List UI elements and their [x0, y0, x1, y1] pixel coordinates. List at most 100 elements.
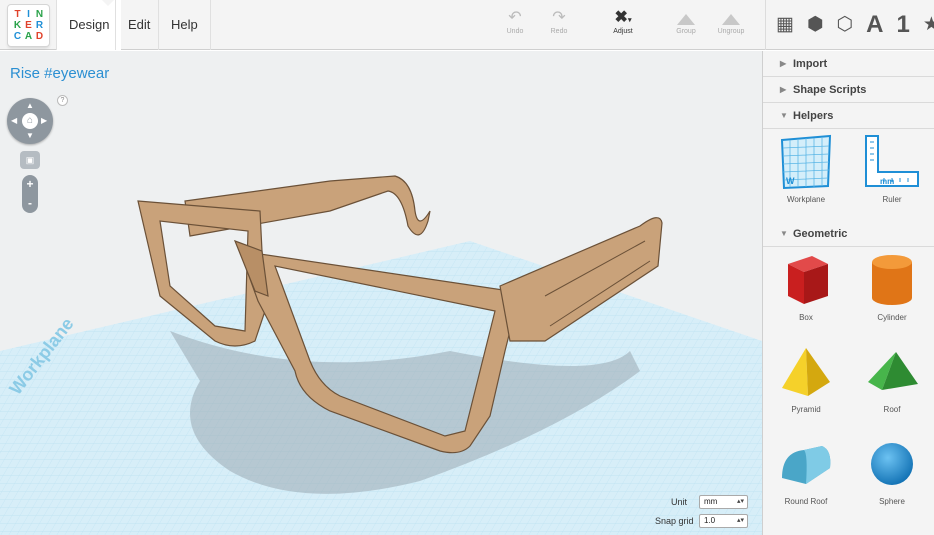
logo-letter: D [35, 31, 44, 42]
shape-sphere[interactable]: Sphere [849, 431, 934, 523]
fit-view-icon[interactable]: ▣ [20, 151, 40, 169]
box-icon [788, 256, 828, 304]
menu-help[interactable]: Help [158, 0, 211, 50]
pyramid-label: Pyramid [791, 405, 821, 414]
menu-edit[interactable]: Edit [115, 0, 162, 50]
orbit-control[interactable]: ▲ ▼ ◀ ▶ ⌂ [7, 98, 53, 144]
shape-round-roof[interactable]: Round Roof [763, 431, 849, 523]
logo-letter: I [27, 9, 30, 20]
geometric-grid: Box Cylinder Pyramid Roof Round Roof Sph… [763, 247, 934, 523]
shape-workplane[interactable]: W Workplane [763, 129, 849, 221]
shape-ruler[interactable]: mm Ruler [849, 129, 934, 221]
svg-text:mm: mm [880, 177, 894, 186]
helpers-grid: W Workplane mm Ruler [763, 129, 934, 221]
collapsed-arrow-icon: ▶ [780, 85, 787, 94]
snap-grid-select[interactable]: 1.0 ▴▾ [699, 514, 748, 528]
expanded-arrow-icon: ▼ [780, 111, 788, 120]
redo-icon: ↷ [552, 9, 566, 26]
section-helpers-label: Helpers [793, 110, 834, 122]
roof-label: Roof [883, 405, 901, 414]
group-label: Group [676, 28, 696, 35]
scene-3d: Workplane [0, 175, 762, 535]
logo-letter: A [24, 31, 33, 42]
shapes-panel: ▶ Import ▶ Shape Scripts ▼ Helpers W Wor… [762, 51, 934, 535]
redo-label: Redo [550, 28, 568, 35]
logo-letter: N [35, 9, 44, 20]
round-roof-icon [782, 446, 831, 484]
cylinder-icon [872, 255, 912, 305]
roof-icon [868, 352, 918, 390]
help-icon[interactable]: ? [57, 95, 68, 106]
snap-grid-label: Snap grid [655, 516, 694, 526]
section-shape-scripts[interactable]: ▶ Shape Scripts [763, 77, 934, 103]
ungroup-button[interactable]: Ungroup [708, 8, 754, 35]
star-icon[interactable]: ★ [923, 0, 934, 50]
zoom-out-button[interactable]: - [22, 194, 38, 213]
solid-cube-icon[interactable]: ⬢ [807, 0, 824, 50]
redo-button[interactable]: ↷ Redo [536, 8, 582, 35]
workplane-label: Workplane [786, 195, 826, 204]
workplane-helper-icon: W [780, 134, 832, 190]
collapsed-arrow-icon: ▶ [780, 59, 787, 68]
section-shape-scripts-label: Shape Scripts [793, 84, 867, 96]
logo-letter: C [13, 31, 22, 42]
orbit-right-icon[interactable]: ▶ [41, 116, 47, 125]
box-label: Box [799, 313, 813, 322]
ruler-label: Ruler [882, 195, 902, 204]
top-toolbar: T I N K E R C A D Design Edit Help ↶ Und… [0, 0, 934, 50]
undo-button[interactable]: ↶ Undo [492, 8, 538, 35]
orbit-down-icon[interactable]: ▼ [26, 131, 34, 140]
text-icon[interactable]: A [866, 0, 883, 50]
app-window: T I N K E R C A D Design Edit Help ↶ Und… [0, 0, 934, 535]
section-helpers[interactable]: ▼ Helpers [763, 103, 934, 129]
logo-letter: T [14, 9, 21, 20]
undo-label: Undo [506, 28, 524, 35]
orbit-left-icon[interactable]: ◀ [11, 116, 17, 125]
unit-select[interactable]: mm ▴▾ [699, 495, 748, 509]
select-caret-icon: ▴▾ [736, 498, 744, 505]
svg-text:W: W [786, 176, 795, 186]
section-geometric-label: Geometric [793, 228, 848, 240]
unit-value: mm [704, 497, 718, 506]
adjust-icon: ✖▾ [614, 9, 632, 26]
sphere-label: Sphere [879, 497, 905, 506]
grid-icon[interactable]: ▦ [776, 0, 794, 50]
view-mode-icons: ▦ ⬢ ⬡ A 1 ★ [765, 0, 934, 50]
sphere-icon [871, 443, 913, 485]
shape-cylinder[interactable]: Cylinder [849, 247, 934, 339]
unit-label: Unit [671, 497, 688, 507]
shape-box[interactable]: Box [763, 247, 849, 339]
group-button[interactable]: Group [663, 8, 709, 35]
zoom-control: + - [22, 175, 38, 213]
section-import-label: Import [793, 58, 828, 70]
ruler-helper-icon: mm [865, 135, 919, 187]
shape-roof[interactable]: Roof [849, 339, 934, 431]
snap-grid-value: 1.0 [704, 516, 716, 525]
pyramid-icon [782, 348, 830, 396]
number-icon[interactable]: 1 [896, 0, 909, 50]
section-import[interactable]: ▶ Import [763, 51, 934, 77]
logo-letter: K [13, 20, 22, 31]
ungroup-label: Ungroup [717, 28, 745, 35]
undo-icon: ↶ [508, 9, 522, 26]
group-icon [663, 8, 709, 28]
home-icon[interactable]: ⌂ [22, 113, 38, 129]
cylinder-label: Cylinder [877, 313, 907, 322]
zoom-in-button[interactable]: + [22, 175, 38, 194]
adjust-button[interactable]: ✖▾ Adjust [600, 8, 646, 35]
design-title[interactable]: Rise #eyewear [10, 65, 109, 82]
wire-cube-icon[interactable]: ⬡ [837, 0, 854, 50]
orbit-up-icon[interactable]: ▲ [26, 101, 34, 110]
menu-design[interactable]: Design [56, 0, 122, 50]
tinkercad-logo[interactable]: T I N K E R C A D [8, 5, 49, 46]
section-geometric[interactable]: ▼ Geometric [763, 221, 934, 247]
ungroup-icon [708, 8, 754, 28]
design-canvas[interactable]: Workplane Rise #eyewear ▲ ▼ ◀ ▶ ⌂ ? ▣ + … [0, 51, 762, 535]
logo-letter: E [25, 20, 32, 31]
round-roof-label: Round Roof [784, 497, 828, 506]
logo-letter: R [35, 20, 44, 31]
select-caret-icon: ▴▾ [736, 517, 744, 524]
expanded-arrow-icon: ▼ [780, 229, 788, 238]
shape-pyramid[interactable]: Pyramid [763, 339, 849, 431]
adjust-label: Adjust [613, 28, 633, 35]
